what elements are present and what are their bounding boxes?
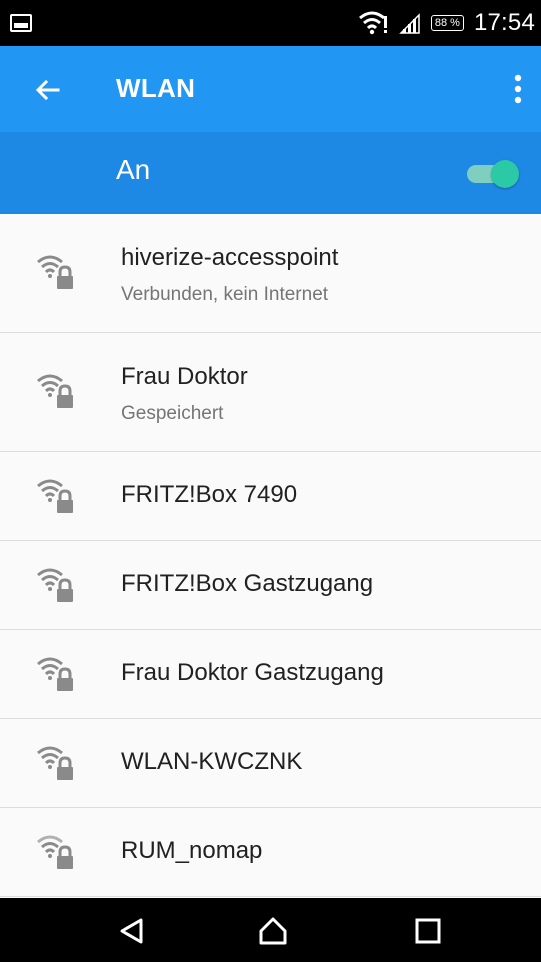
page-title: WLAN <box>116 73 196 103</box>
app-bar: WLAN <box>0 46 541 132</box>
network-ssid: Frau Doktor Gastzugang <box>121 659 384 686</box>
network-item[interactable]: Frau Doktor Gespeichert <box>0 333 541 452</box>
arrow-back-icon[interactable] <box>32 74 64 106</box>
network-item[interactable]: FRITZ!Box 7490 <box>0 452 541 541</box>
network-status: Verbunden, kein Internet <box>121 284 329 305</box>
image-notification-icon <box>10 14 32 32</box>
wifi-lock-icon <box>37 255 73 289</box>
wifi-lock-icon <box>37 479 73 513</box>
wifi-lock-icon <box>37 374 73 408</box>
wifi-lock-icon <box>37 746 73 780</box>
home-icon[interactable] <box>258 916 288 946</box>
switch-thumb <box>491 160 519 188</box>
back-triangle-icon[interactable] <box>117 916 147 946</box>
more-vert-icon[interactable] <box>513 74 523 104</box>
network-ssid: RUM_nomap <box>121 837 263 864</box>
network-list: hiverize-accesspoint Verbunden, kein Int… <box>0 214 541 897</box>
network-item[interactable]: hiverize-accesspoint Verbunden, kein Int… <box>0 214 541 333</box>
wifi-lock-icon <box>37 657 73 691</box>
network-ssid: FRITZ!Box 7490 <box>121 481 298 508</box>
network-item[interactable]: RUM_nomap <box>0 808 541 897</box>
wlan-toggle-label: An <box>116 154 151 185</box>
wifi-lock-icon <box>37 835 73 869</box>
network-item[interactable]: FRITZ!Box Gastzugang <box>0 541 541 630</box>
network-item[interactable]: WLAN-KWCZNK <box>0 719 541 808</box>
network-item[interactable]: Frau Doktor Gastzugang <box>0 630 541 719</box>
network-ssid: WLAN-KWCZNK <box>121 748 303 775</box>
wlan-toggle-bar[interactable]: An <box>0 132 541 214</box>
wlan-switch[interactable] <box>467 156 521 190</box>
network-ssid: Frau Doktor <box>121 363 248 390</box>
status-bar-right: 88 % 17:54 <box>358 0 535 46</box>
recents-icon[interactable] <box>413 916 443 946</box>
network-status: Gespeichert <box>121 403 224 424</box>
cell-signal-icon <box>399 13 420 34</box>
status-time: 17:54 <box>473 9 535 36</box>
network-ssid: hiverize-accesspoint <box>121 244 339 271</box>
status-bar: 88 % 17:54 <box>0 0 541 46</box>
battery-icon: 88 % <box>430 15 464 31</box>
network-ssid: FRITZ!Box Gastzugang <box>121 570 374 597</box>
wifi-lock-icon <box>37 568 73 602</box>
wifi-alert-icon <box>358 11 387 35</box>
navigation-bar <box>0 898 541 962</box>
